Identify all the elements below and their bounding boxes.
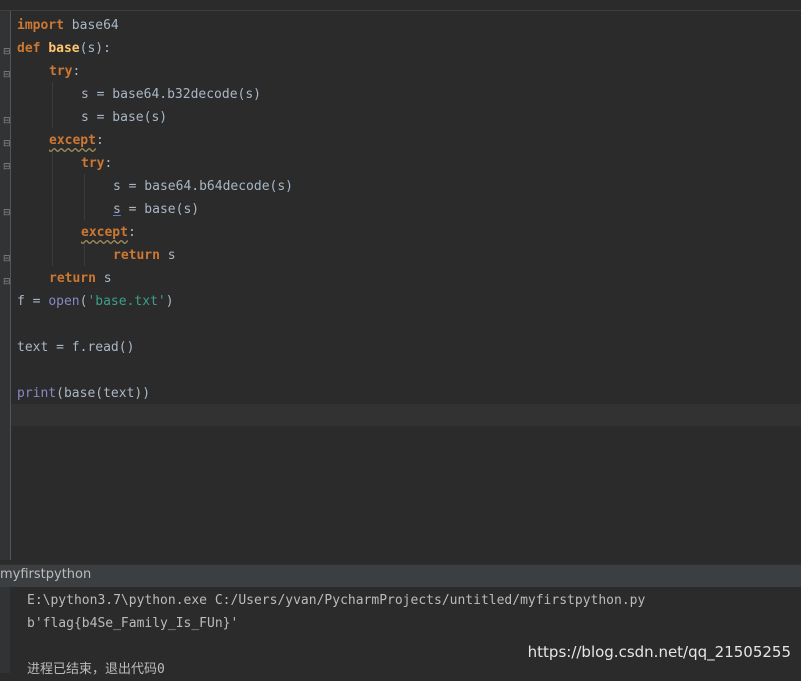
code-token: 'base.txt' [87, 294, 166, 309]
code-token: open [48, 294, 80, 309]
console-gutter [0, 587, 10, 673]
code-token: : [104, 156, 113, 171]
fold-end-icon[interactable]: ⊟ [3, 117, 12, 126]
current-line-highlight [11, 404, 801, 426]
code-token: print [17, 386, 57, 401]
code-token: s = base(s) [81, 110, 168, 125]
code-token: def [17, 41, 41, 56]
code-token: import [17, 18, 64, 33]
code-token: (base(text)) [56, 386, 151, 401]
code-line[interactable]: s = base(s) [81, 106, 167, 129]
fold-end-icon[interactable]: ⊟ [3, 209, 12, 218]
code-line[interactable]: def base(s): [17, 37, 111, 60]
code-token: return [113, 248, 160, 263]
code-line[interactable]: return s [113, 244, 176, 267]
code-line[interactable]: s = base(s) [113, 198, 199, 221]
code-token: s = base64.b32decode(s) [81, 87, 262, 102]
fold-marker-icon[interactable]: ⊟ [3, 140, 12, 149]
code-line[interactable]: f = open('base.txt') [17, 290, 174, 313]
code-token: ) [165, 294, 174, 309]
code-line[interactable]: except: [81, 221, 136, 244]
run-tab-label[interactable]: myfirstpython [0, 567, 91, 582]
code-token: (s): [79, 41, 111, 56]
code-token: : [127, 225, 136, 240]
editor-gutter: ⊟ ⊟ ⊟ ⊟ ⊟ ⊟ ⊟ ⊟ [0, 11, 11, 560]
code-line[interactable]: s = base64.b32decode(s) [81, 83, 261, 106]
code-token: try [81, 156, 105, 171]
indent-guide [52, 151, 53, 266]
code-token: s [159, 248, 176, 263]
indent-guide [84, 174, 85, 220]
code-token: try [49, 64, 73, 79]
code-line[interactable]: import base64 [17, 14, 119, 37]
code-line[interactable]: print(base(text)) [17, 382, 150, 405]
code-line[interactable]: s = base64.b64decode(s) [113, 175, 293, 198]
console-line-exit: 进程已结束，退出代码0 [27, 662, 165, 677]
code-token: except [49, 133, 96, 148]
fold-marker-icon[interactable]: ⊟ [3, 71, 12, 80]
code-token: s = base64.b64decode(s) [113, 179, 294, 194]
code-token: : [72, 64, 81, 79]
code-editor[interactable]: ⊟ ⊟ ⊟ ⊟ ⊟ ⊟ ⊟ ⊟ import base64 def base(s)… [0, 0, 801, 560]
code-token: : [95, 133, 104, 148]
code-token: f = [17, 294, 49, 309]
console-line-output: b'flag{b4Se_Family_Is_FUn}' [27, 616, 239, 631]
watermark: https://blog.csdn.net/qq_21505255 [527, 643, 791, 661]
code-token: base64 [63, 18, 119, 33]
code-token: = base(s) [120, 202, 200, 217]
indent-guide [84, 243, 85, 266]
code-token: base [48, 41, 80, 56]
code-line[interactable]: return s [49, 267, 112, 290]
fold-marker-icon[interactable]: ⊟ [3, 48, 12, 57]
run-tool-window-header[interactable]: myfirstpython [0, 564, 801, 587]
console-line-command: E:\python3.7\python.exe C:/Users/yvan/Py… [27, 593, 646, 608]
code-line[interactable]: text = f.read() [17, 336, 134, 359]
code-token: s [113, 202, 121, 217]
code-line[interactable]: try: [49, 60, 80, 83]
code-line[interactable]: except: [49, 129, 104, 152]
fold-marker-icon[interactable]: ⊟ [3, 163, 12, 172]
fold-end-icon[interactable]: ⊟ [3, 255, 12, 264]
code-token: except [81, 225, 128, 240]
code-token: text = f.read() [17, 340, 135, 355]
editor-top-border [0, 10, 801, 11]
fold-end-icon[interactable]: ⊟ [3, 278, 12, 287]
code-token: return [49, 271, 96, 286]
code-line[interactable]: try: [81, 152, 112, 175]
indent-guide [52, 82, 53, 128]
code-token: s [95, 271, 112, 286]
